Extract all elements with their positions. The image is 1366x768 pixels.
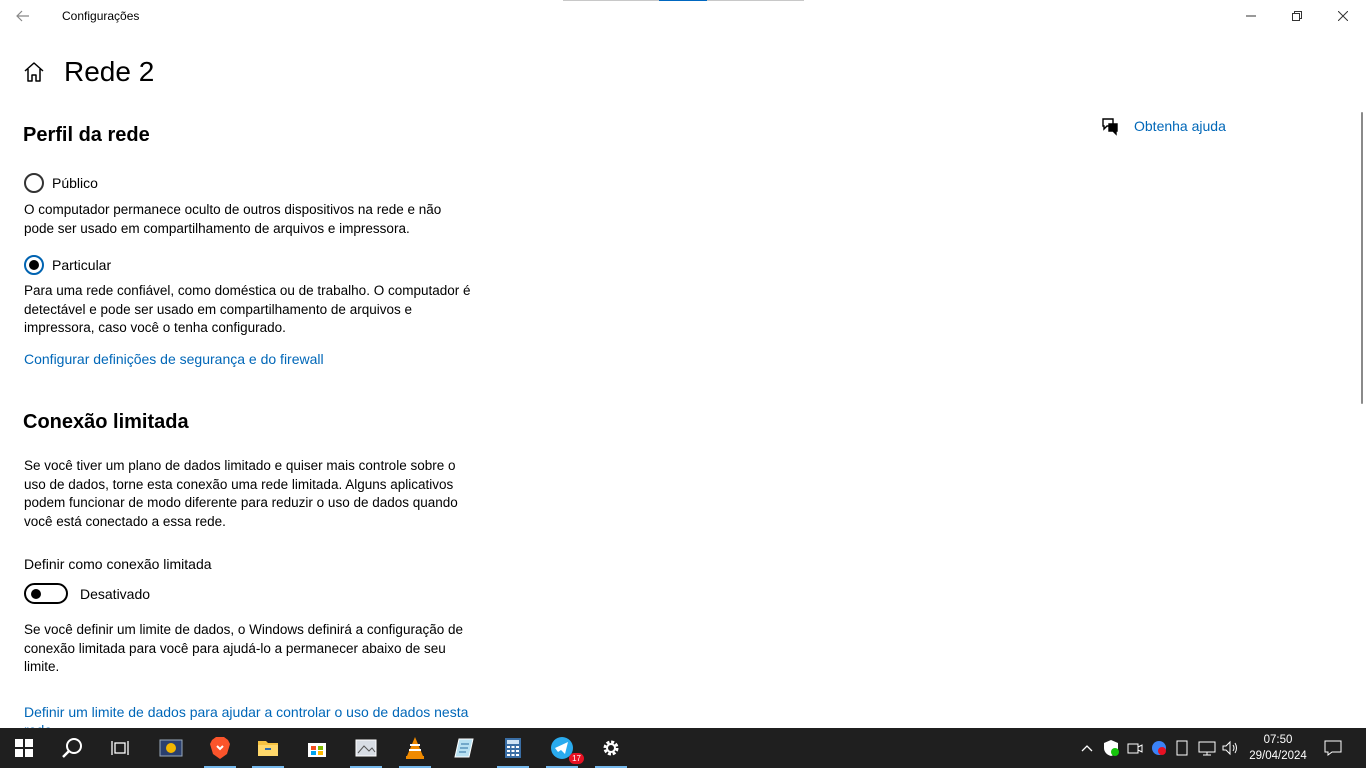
metered-connection-heading: Conexão limitada: [23, 411, 189, 433]
get-help-link[interactable]: Obtenha ajuda: [1134, 118, 1226, 134]
brave-icon: [210, 737, 230, 759]
app-tray-icon: [1152, 741, 1166, 755]
taskbar-telegram[interactable]: 17: [538, 728, 586, 768]
metered-toggle-state: Desativado: [80, 586, 151, 602]
public-radio-option[interactable]: Público: [24, 173, 98, 193]
private-description: Para uma rede confiável, como doméstica …: [24, 283, 471, 335]
metered-toggle-label: Definir como conexão limitada: [24, 556, 212, 572]
private-radio-label: Particular: [52, 257, 112, 273]
private-radio-option[interactable]: Particular: [24, 255, 111, 275]
volume-tray-button[interactable]: [1220, 738, 1240, 758]
data-limit-link[interactable]: Definir um limite de dados para ajudar a…: [24, 703, 484, 728]
page-title: Rede 2: [64, 56, 155, 87]
taskbar: 17 07:50 29/04/2024: [0, 728, 1366, 768]
calculator-icon: [505, 738, 521, 758]
vlc-icon: [406, 737, 424, 759]
photos-icon: [355, 739, 377, 757]
window-title: Configurações: [62, 9, 140, 23]
taskbar-clock[interactable]: 07:50 29/04/2024: [1242, 732, 1314, 764]
taskbar-notepad[interactable]: [440, 728, 488, 768]
close-button[interactable]: [1320, 0, 1366, 32]
restore-button[interactable]: [1274, 0, 1320, 32]
data-limit-description: Se você definir um limite de dados, o Wi…: [24, 622, 463, 674]
tablet-tray-button[interactable]: [1172, 738, 1192, 758]
shield-icon: [1104, 740, 1119, 756]
public-description: O computador permanece oculto de outros …: [24, 202, 442, 236]
close-icon: [1338, 11, 1348, 21]
metered-connection-toggle[interactable]: [24, 583, 68, 604]
notification-icon: [1324, 740, 1342, 756]
notifications-button[interactable]: [1323, 738, 1343, 758]
tablet-icon: [1176, 740, 1188, 756]
show-hidden-icons-button[interactable]: [1077, 738, 1097, 758]
task-view-icon: [111, 741, 129, 755]
taskbar-settings[interactable]: [587, 728, 635, 768]
back-arrow-icon: [16, 10, 29, 22]
taskbar-photos[interactable]: [342, 728, 390, 768]
scrollbar[interactable]: [1361, 112, 1363, 404]
search-button[interactable]: [48, 728, 96, 768]
defender-tray-button[interactable]: [1101, 738, 1121, 758]
search-icon: [62, 738, 82, 758]
taskbar-vlc[interactable]: [391, 728, 439, 768]
network-icon: [1198, 741, 1216, 756]
minimize-button[interactable]: [1228, 0, 1274, 32]
home-icon[interactable]: [23, 61, 45, 83]
settings-gear-icon: [603, 740, 619, 756]
taskbar-app-1[interactable]: [147, 728, 195, 768]
meet-now-tray-button[interactable]: [1125, 738, 1145, 758]
windows-logo-icon: [15, 739, 33, 757]
start-button[interactable]: [0, 728, 48, 768]
clock-date: 29/04/2024: [1249, 750, 1307, 762]
taskbar-store[interactable]: [293, 728, 341, 768]
volume-icon: [1222, 740, 1237, 756]
telegram-badge: 17: [569, 753, 584, 764]
taskbar-brave[interactable]: [196, 728, 244, 768]
task-view-button[interactable]: [96, 728, 144, 768]
network-profile-heading: Perfil da rede: [23, 124, 150, 146]
minimize-icon: [1246, 15, 1256, 17]
taskbar-calculator[interactable]: [489, 728, 537, 768]
clock-time: 07:50: [1263, 734, 1293, 746]
metered-description: Se você tiver um plano de dados limitado…: [24, 458, 458, 529]
restore-icon: [1292, 11, 1302, 21]
app-icon: [159, 739, 183, 757]
back-button[interactable]: [0, 0, 46, 32]
camera-icon: [1127, 743, 1143, 754]
store-icon: [308, 743, 326, 757]
app-tray-button[interactable]: [1149, 738, 1169, 758]
file-explorer-icon: [258, 741, 278, 756]
notepad-icon: [454, 738, 474, 758]
taskbar-file-explorer[interactable]: [244, 728, 292, 768]
top-indicator: [563, 0, 804, 1]
title-bar: Configurações: [0, 0, 1366, 32]
chevron-up-icon: [1081, 745, 1093, 752]
public-radio-label: Público: [52, 175, 98, 191]
settings-window: Configurações Rede 2 Perfil da rede Públ…: [0, 0, 1366, 728]
public-radio[interactable]: [24, 173, 44, 193]
private-radio[interactable]: [24, 255, 44, 275]
firewall-settings-link[interactable]: Configurar definições de segurança e do …: [24, 351, 324, 367]
help-chat-icon: [1102, 118, 1118, 136]
network-tray-button[interactable]: [1197, 738, 1217, 758]
